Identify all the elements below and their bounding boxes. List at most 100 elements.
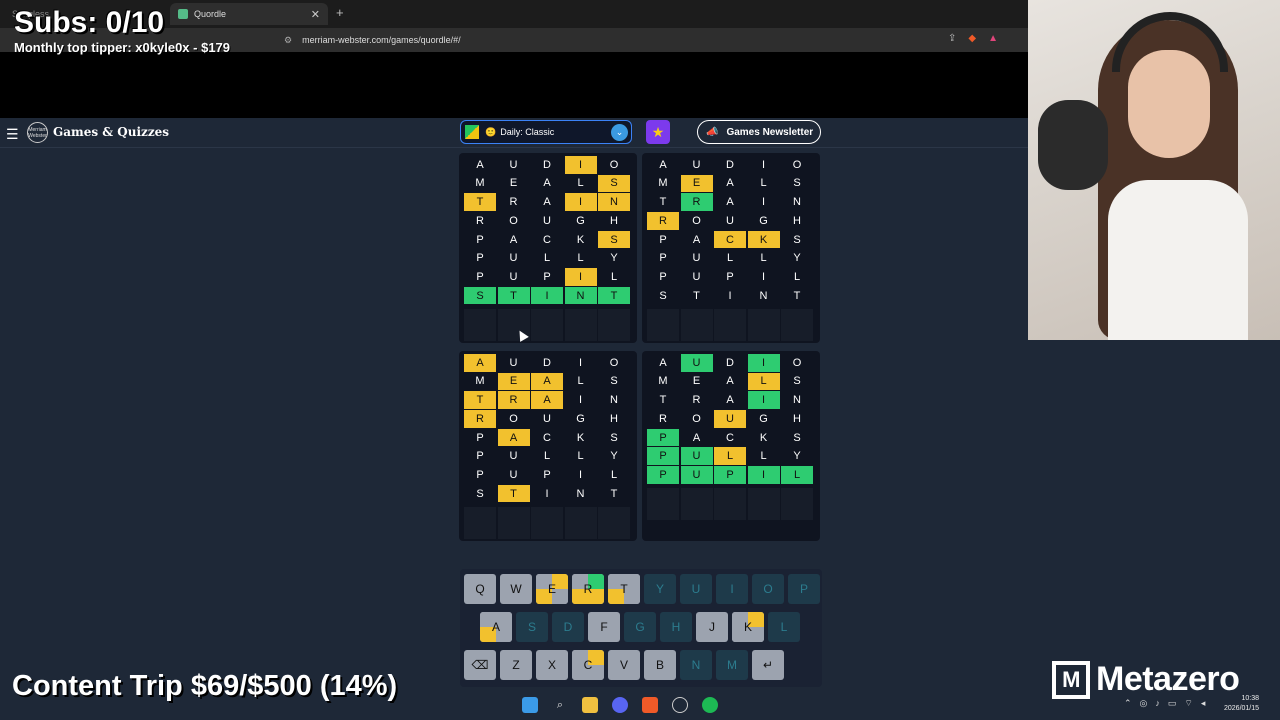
key-l[interactable]: L	[768, 612, 800, 642]
board-cell: N	[576, 487, 585, 500]
tab-quordle[interactable]: Quordle ✕	[170, 3, 328, 25]
star-icon: ★	[651, 123, 665, 140]
url-field[interactable]: ⚙ merriam-webster.com/games/quordle/#/	[280, 31, 1000, 49]
key-q[interactable]: Q	[464, 574, 496, 604]
key-b[interactable]: B	[644, 650, 676, 680]
new-tab-icon[interactable]: +	[336, 5, 344, 20]
board-cell: D	[726, 356, 734, 369]
key-k[interactable]: K	[732, 612, 764, 642]
board-cell: L	[577, 252, 584, 265]
board-cell: A	[726, 394, 734, 407]
star-button[interactable]: ★	[646, 120, 670, 144]
empty-cell	[598, 308, 630, 341]
key-h[interactable]: H	[660, 612, 692, 642]
board-cell: S	[659, 289, 667, 302]
board-cell: N	[610, 394, 618, 407]
black-band	[0, 52, 1028, 118]
key-enter[interactable]: ↵	[752, 650, 784, 680]
share-icon[interactable]: ⇪	[948, 33, 956, 44]
microphone-tray-icon[interactable]: ♪	[1155, 698, 1160, 709]
brave-browser-icon[interactable]	[642, 697, 658, 713]
wifi-icon[interactable]: ⌔	[1184, 698, 1192, 709]
close-tab-icon[interactable]: ✕	[311, 8, 320, 21]
key-label: V	[619, 658, 628, 672]
board-cell: E	[509, 177, 518, 190]
key-d[interactable]: D	[552, 612, 584, 642]
board-cell: L	[781, 466, 813, 484]
key-w[interactable]: W	[500, 574, 532, 604]
mode-label: Daily: Classic	[500, 127, 555, 137]
top-tipper: Monthly top tipper: x0kyle0x - $179	[14, 40, 231, 55]
board-cell: T	[659, 196, 667, 209]
empty-cell	[598, 506, 630, 539]
board-cell: T	[659, 394, 667, 407]
spotify-icon[interactable]	[702, 697, 718, 713]
board-cell: P	[476, 233, 484, 246]
key-backspace[interactable]: ⌫	[464, 650, 496, 680]
key-s[interactable]: S	[516, 612, 548, 642]
board-cell: U	[509, 158, 518, 171]
battery-icon[interactable]: ▭	[1168, 698, 1177, 709]
key-m[interactable]: M	[716, 650, 748, 680]
file-explorer-icon[interactable]	[582, 697, 598, 713]
key-x[interactable]: X	[536, 650, 568, 680]
key-t[interactable]: T	[608, 574, 640, 604]
board-cell: I	[578, 468, 583, 481]
board-cell: E	[680, 174, 713, 193]
key-v[interactable]: V	[608, 650, 640, 680]
volume-icon[interactable]: ◂	[1201, 698, 1206, 709]
windows-start-icon[interactable]	[522, 697, 538, 713]
key-e[interactable]: E	[536, 574, 568, 604]
board-cell: L	[577, 450, 584, 463]
board-cell: U	[680, 354, 713, 372]
empty-cell	[464, 506, 496, 539]
board-cell: I	[564, 268, 597, 286]
board-cell: U	[692, 270, 701, 283]
key-g[interactable]: G	[624, 612, 656, 642]
merriam-webster-logo[interactable]: Merriam Webster	[27, 122, 48, 143]
taskbar-clock[interactable]: 10:38 2026/01/15	[1224, 694, 1259, 714]
key-a[interactable]: A	[480, 612, 512, 642]
key-i[interactable]: I	[716, 574, 748, 604]
key-r[interactable]: R	[572, 574, 604, 604]
key-f[interactable]: F	[588, 612, 620, 642]
board-cell: U	[509, 468, 518, 481]
empty-cell	[781, 308, 813, 341]
key-p[interactable]: P	[788, 574, 820, 604]
empty-cell	[564, 308, 597, 341]
menu-icon[interactable]: ☰	[6, 126, 19, 143]
brave-shield-icon[interactable]: ◆	[968, 33, 976, 44]
chevron-down-icon[interactable]: ⌄	[611, 124, 628, 141]
board-cell: A	[692, 233, 701, 246]
rewards-icon[interactable]: ▲	[988, 33, 998, 44]
board-cell: R	[692, 394, 701, 407]
board-cell: N	[793, 196, 801, 209]
key-label: E	[547, 582, 556, 596]
key-u[interactable]: U	[680, 574, 712, 604]
key-j[interactable]: J	[696, 612, 728, 642]
board-cell: T	[464, 193, 496, 211]
key-label: ↵	[762, 658, 774, 672]
key-c[interactable]: C	[572, 650, 604, 680]
board-cell: U	[680, 447, 713, 465]
board-cell: A	[543, 177, 551, 190]
search-icon[interactable]: ⌕	[552, 697, 568, 713]
mode-select[interactable]: 🙂 Daily: Classic ⌄	[460, 120, 632, 144]
empty-cell	[647, 487, 679, 520]
board-cell: S	[793, 177, 801, 190]
key-label: T	[620, 582, 628, 596]
discord-icon[interactable]	[612, 697, 628, 713]
chevron-up-icon[interactable]: ⌃	[1124, 698, 1132, 709]
site-info-icon[interactable]: ⚙	[284, 35, 292, 46]
key-y[interactable]: Y	[644, 574, 676, 604]
key-label: B	[655, 658, 664, 672]
key-z[interactable]: Z	[500, 650, 532, 680]
key-n[interactable]: N	[680, 650, 712, 680]
board-cell: A	[659, 356, 667, 369]
obs-icon[interactable]	[672, 697, 688, 713]
newsletter-button[interactable]: 📣 Games Newsletter	[697, 120, 821, 144]
site-title[interactable]: Games & Quizzes	[53, 125, 169, 139]
key-o[interactable]: O	[752, 574, 784, 604]
network-icon[interactable]: ◎	[1140, 698, 1148, 709]
key-label: H	[671, 620, 681, 634]
